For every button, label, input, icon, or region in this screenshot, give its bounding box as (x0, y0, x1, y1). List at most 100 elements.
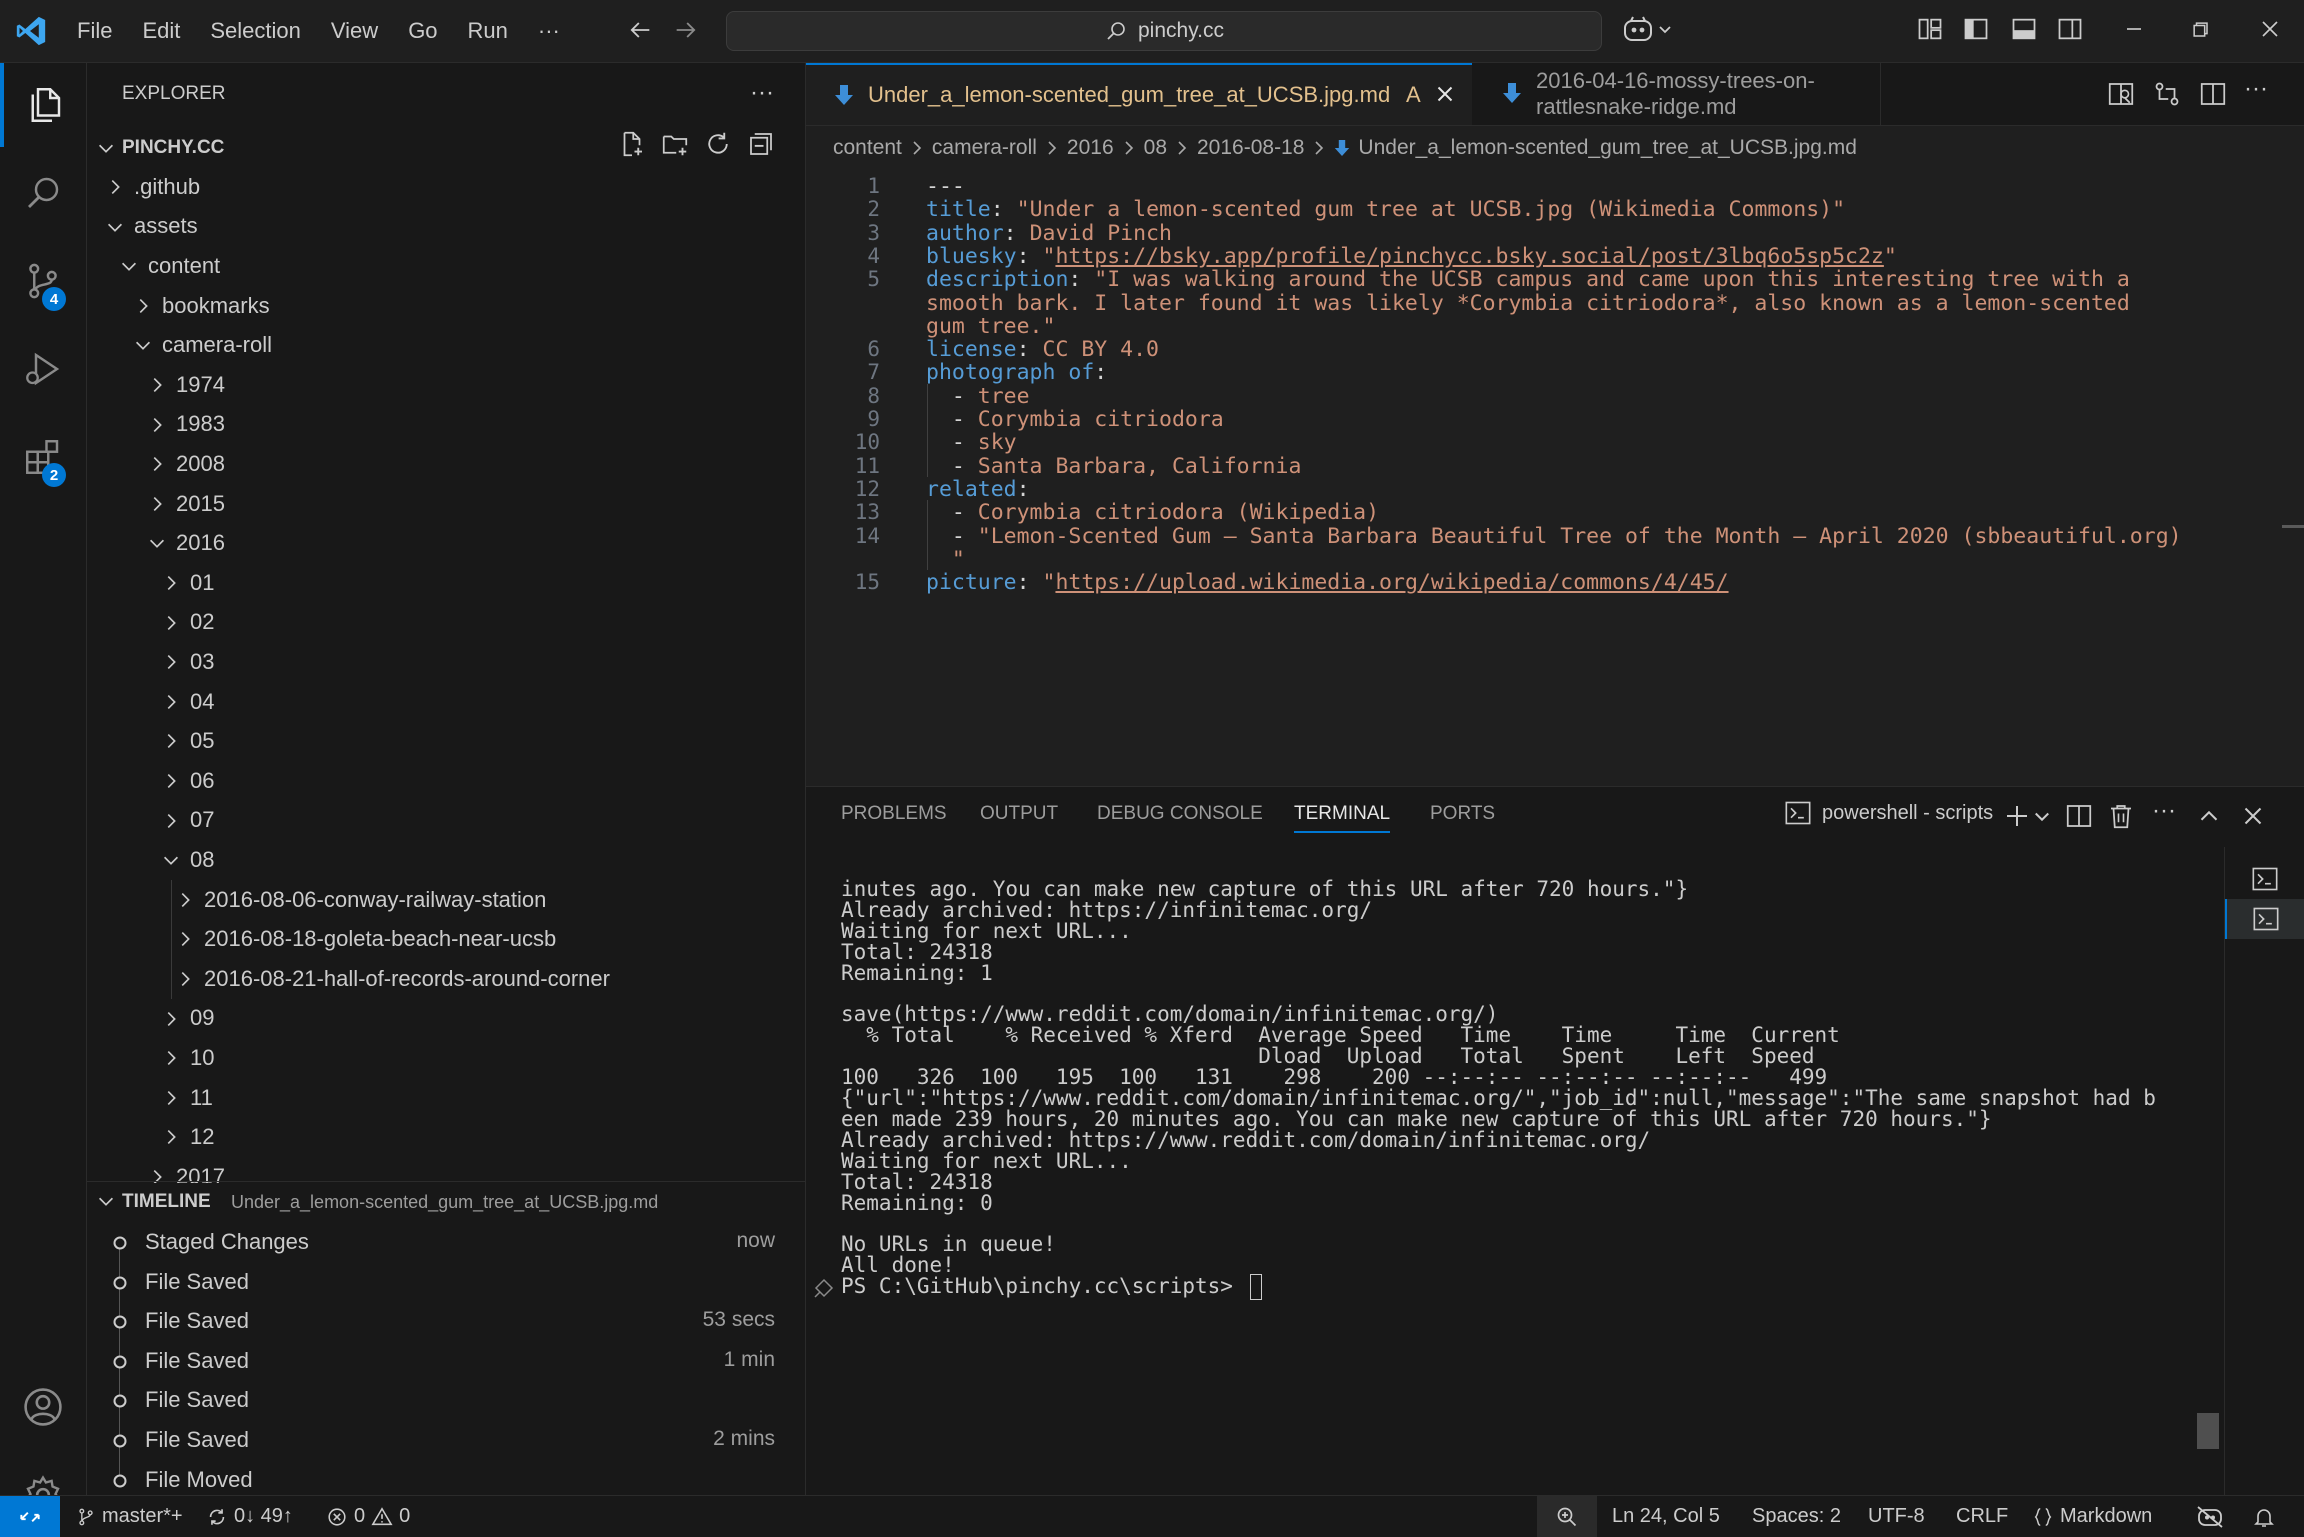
tree-item[interactable]: 2015 (87, 484, 805, 524)
tree-item[interactable]: 06 (87, 761, 805, 801)
customize-layout-icon[interactable] (1916, 15, 1944, 43)
tab-output[interactable]: OUTPUT (980, 803, 1058, 825)
split-terminal-icon[interactable] (2064, 801, 2094, 831)
toggle-primary-sidebar-icon[interactable] (1962, 15, 1990, 43)
terminal-scrollbar-thumb[interactable] (2197, 1413, 2219, 1449)
trash-icon[interactable] (2106, 801, 2136, 831)
explorer-more-actions[interactable]: ··· (750, 79, 774, 107)
tree-item[interactable]: 01 (87, 563, 805, 603)
timeline-header[interactable]: TIMELINE Under_a_lemon-scented_gum_tree_… (87, 1181, 805, 1220)
extensions-activity[interactable]: 2 (0, 415, 86, 499)
tree-item[interactable]: 1983 (87, 405, 805, 445)
menu-edit[interactable]: Edit (127, 9, 195, 53)
refresh-icon[interactable] (703, 129, 733, 159)
tree-item[interactable]: 04 (87, 682, 805, 722)
tree-item[interactable]: 12 (87, 1117, 805, 1157)
timeline-item[interactable]: File Saved (87, 1379, 805, 1419)
tree-item[interactable]: content (87, 246, 805, 286)
code-editor[interactable]: 1 --- 2 title: "Under a lemon-scented gum t… (806, 170, 2304, 786)
cursor-position[interactable]: Ln 24, Col 5 (1612, 1496, 1720, 1537)
timeline-item[interactable]: File Moved (87, 1459, 805, 1495)
url-link[interactable]: https://bsky.app/profile/pinchycc.bsky.s… (1055, 244, 1883, 269)
tab-problems[interactable]: PROBLEMS (841, 803, 947, 825)
encoding-status[interactable]: UTF-8 (1868, 1496, 1925, 1537)
editor-more-actions[interactable]: ··· (2244, 75, 2268, 103)
timeline-item[interactable]: Staged Changes now (87, 1221, 805, 1261)
terminal-list-item-selected[interactable] (2225, 899, 2304, 939)
timeline-item[interactable]: File Saved 53 secs (87, 1300, 805, 1340)
indentation-status[interactable]: Spaces: 2 (1752, 1496, 1841, 1537)
menu-run[interactable]: Run (453, 9, 523, 53)
explorer-activity[interactable] (0, 63, 86, 147)
tree-item[interactable]: 08 (87, 840, 805, 880)
tree-item[interactable]: bookmarks (87, 286, 805, 326)
tree-item[interactable]: 10 (87, 1038, 805, 1078)
zoom-indicator[interactable] (1537, 1496, 1597, 1537)
tree-item[interactable]: camera-roll (87, 325, 805, 365)
toggle-secondary-sidebar-icon[interactable] (2056, 15, 2084, 43)
timeline-item[interactable]: File Saved 1 min (87, 1340, 805, 1380)
terminal-prompt-line[interactable]: PS C:\GitHub\pinchy.cc\scripts> (841, 1274, 1262, 1301)
timeline-item[interactable]: File Saved (87, 1261, 805, 1301)
git-sync-status[interactable]: 0↓ 49↑ (206, 1496, 293, 1537)
tab-ports[interactable]: PORTS (1430, 803, 1495, 825)
close-icon[interactable] (1432, 81, 1458, 107)
search-activity[interactable] (0, 151, 86, 235)
chevron-down-icon[interactable] (2032, 801, 2052, 831)
tree-item[interactable]: 11 (87, 1078, 805, 1118)
tree-item[interactable]: 2016-08-18-goleta-beach-near-ucsb (87, 919, 805, 959)
tree-item[interactable]: 2016-08-21-hall-of-records-around-corner (87, 959, 805, 999)
menu-more[interactable]: ··· (523, 9, 575, 53)
open-changes-icon[interactable] (2152, 79, 2182, 109)
run-debug-activity[interactable] (0, 327, 86, 411)
command-center-search[interactable]: pinchy.cc (726, 11, 1602, 51)
tree-item[interactable]: 03 (87, 642, 805, 682)
close-window-icon[interactable] (2256, 15, 2284, 43)
accounts-activity[interactable] (0, 1365, 86, 1449)
tab-active-file[interactable]: Under_a_lemon-scented_gum_tree_at_UCSB.j… (806, 63, 1472, 125)
menu-view[interactable]: View (316, 9, 393, 53)
tree-item[interactable]: 02 (87, 603, 805, 643)
breadcrumb-item[interactable]: 2016 (1067, 136, 1114, 160)
tab-debug-console[interactable]: DEBUG CONSOLE (1097, 803, 1263, 825)
tab-terminal[interactable]: TERMINAL (1294, 803, 1391, 833)
menu-go[interactable]: Go (393, 9, 452, 53)
open-preview-icon[interactable] (2106, 79, 2136, 109)
tree-item[interactable]: 2008 (87, 444, 805, 484)
git-branch-status[interactable]: master*+ (76, 1496, 183, 1537)
new-folder-icon[interactable] (660, 129, 690, 159)
terminal-selector[interactable]: powershell - scripts (1784, 800, 1993, 826)
eol-status[interactable]: CRLF (1956, 1496, 2008, 1537)
breadcrumb-item[interactable]: 2016-08-18 (1197, 136, 1304, 160)
tree-item[interactable]: 07 (87, 801, 805, 841)
minimize-icon[interactable] (2120, 15, 2148, 43)
timeline-item[interactable]: File Saved 2 mins (87, 1419, 805, 1459)
maximize-panel-icon[interactable] (2194, 801, 2224, 831)
back-arrow-icon[interactable] (626, 16, 654, 44)
terminal-list-item[interactable] (2225, 859, 2304, 899)
toggle-panel-icon[interactable] (2010, 15, 2038, 43)
split-editor-icon[interactable] (2198, 79, 2228, 109)
workspace-root[interactable]: PINCHY.CC (87, 129, 805, 167)
tree-item[interactable]: 2016-08-06-conway-railway-station (87, 880, 805, 920)
url-link[interactable]: https://upload.wikimedia.org/wikipedia/c… (1055, 570, 1728, 595)
new-terminal-icon[interactable] (2002, 801, 2032, 831)
menu-file[interactable]: File (62, 9, 127, 53)
source-control-activity[interactable]: 4 (0, 239, 86, 323)
panel-more-actions[interactable]: ··· (2152, 797, 2176, 825)
tree-item[interactable]: .github (87, 167, 805, 207)
tree-item[interactable]: 2017 (87, 1157, 805, 1183)
tab-inactive-file[interactable]: 2016-04-16-mossy-trees-on-rattlesnake-ri… (1472, 63, 1881, 125)
tree-item[interactable]: 09 (87, 999, 805, 1039)
collapse-all-icon[interactable] (746, 129, 776, 159)
shell-integration-icon[interactable] (811, 1276, 837, 1300)
tree-item[interactable]: assets (87, 207, 805, 247)
problems-status[interactable]: 0 0 (326, 1496, 410, 1537)
breadcrumb-item[interactable]: content (833, 136, 902, 160)
copilot-status-icon[interactable] (2196, 1496, 2224, 1537)
breadcrumb-item[interactable]: 08 (1144, 136, 1167, 160)
restore-icon[interactable] (2186, 15, 2214, 43)
menu-selection[interactable]: Selection (195, 9, 316, 53)
copilot-icon[interactable] (1622, 15, 1676, 45)
tree-item[interactable]: 2016 (87, 523, 805, 563)
